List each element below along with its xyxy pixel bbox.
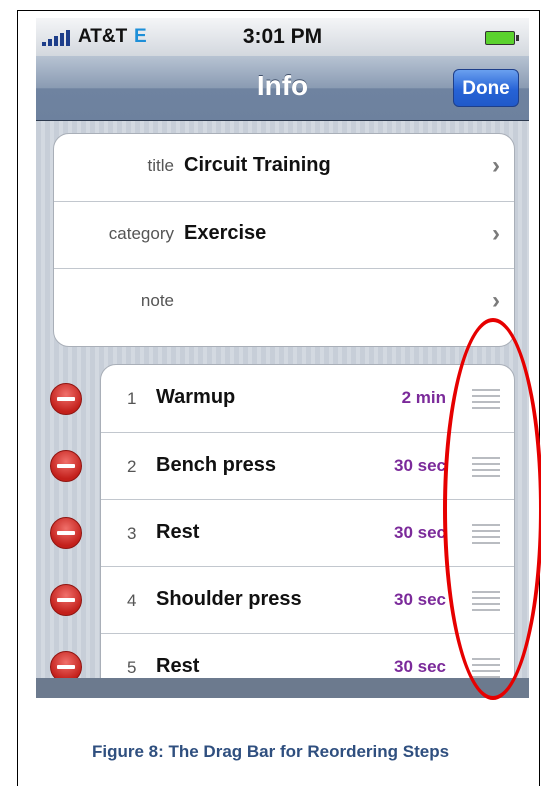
- step-duration: 30 sec: [394, 456, 446, 475]
- chevron-right-icon: ›: [492, 287, 500, 314]
- row-label: category: [108, 224, 174, 243]
- annotation-oval: [443, 318, 541, 700]
- step-name: Rest: [156, 521, 200, 543]
- status-time: 3:01 PM: [242, 25, 323, 48]
- bottom-toolbar: [36, 678, 529, 698]
- step-duration: 30 sec: [394, 523, 446, 542]
- step-duration: 2 min: [401, 388, 446, 407]
- category-row[interactable]: category Exercise ›: [54, 201, 514, 268]
- step-name: Warmup: [156, 386, 236, 408]
- step-number: 4: [127, 591, 137, 610]
- battery-icon: [485, 31, 519, 45]
- step-name: Shoulder press: [156, 588, 302, 610]
- step-number: 5: [127, 658, 137, 677]
- delete-step-button[interactable]: [50, 383, 82, 415]
- step-duration: 30 sec: [394, 590, 446, 609]
- row-label: note: [140, 291, 174, 310]
- delete-step-button[interactable]: [50, 584, 82, 616]
- note-row[interactable]: note ›: [54, 268, 514, 335]
- step-number: 3: [127, 524, 137, 543]
- title-row[interactable]: title Circuit Training ›: [54, 134, 514, 200]
- step-number: 1: [127, 389, 137, 408]
- row-value: Circuit Training: [184, 154, 331, 176]
- details-group: title Circuit Training › category Exerci…: [53, 133, 515, 347]
- row-label: title: [147, 156, 174, 175]
- delete-step-button[interactable]: [50, 517, 82, 549]
- chevron-right-icon: ›: [492, 220, 500, 247]
- chevron-right-icon: ›: [492, 152, 500, 179]
- navigation-bar: Info Done: [36, 56, 529, 121]
- status-bar: AT&T E 3:01 PM: [36, 18, 529, 56]
- step-name: Bench press: [156, 454, 277, 476]
- step-number: 2: [127, 457, 137, 476]
- step-duration: 30 sec: [394, 657, 446, 676]
- row-value: Exercise: [184, 222, 267, 244]
- figure-caption: Figure 8: The Drag Bar for Reordering St…: [91, 742, 450, 761]
- step-name: Rest: [156, 655, 200, 677]
- delete-step-button[interactable]: [50, 450, 82, 482]
- done-button[interactable]: Done: [453, 69, 519, 107]
